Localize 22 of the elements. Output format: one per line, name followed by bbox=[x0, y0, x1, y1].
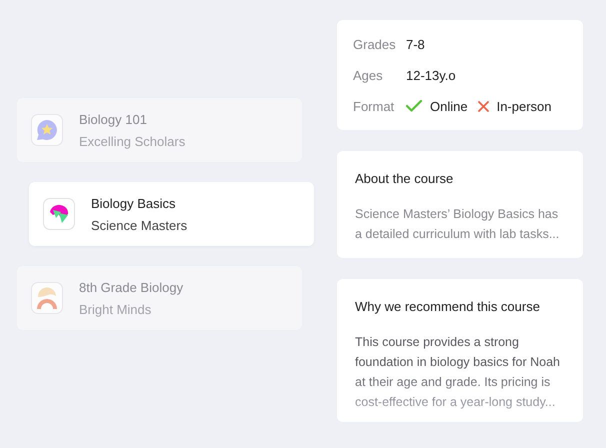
course-provider: Science Masters bbox=[91, 218, 188, 232]
course-card[interactable]: Biology 101 Excelling Scholars bbox=[17, 98, 302, 162]
course-provider: Excelling Scholars bbox=[79, 134, 186, 148]
course-provider: Bright Minds bbox=[79, 302, 152, 316]
detail-label: Ages bbox=[353, 68, 384, 83]
detail-value: 7-8 bbox=[406, 37, 425, 52]
format-option: In-person bbox=[496, 98, 552, 114]
course-title: Biology 101 bbox=[79, 112, 148, 126]
arches-icon bbox=[36, 286, 58, 310]
format-option: Online bbox=[430, 98, 468, 114]
pie-shapes-icon bbox=[48, 204, 70, 224]
section-heading: About the course bbox=[355, 171, 454, 186]
section-text: Science Masters’ Biology Basics has a detailed curriculum with lab tasks... bbox=[355, 206, 560, 243]
detail-label: Format bbox=[353, 98, 396, 114]
section-heading: Why we recommend this course bbox=[355, 299, 541, 314]
speech-bubble-star-icon bbox=[36, 119, 58, 141]
course-card[interactable]: 8th Grade Biology Bright Minds bbox=[17, 266, 302, 330]
detail-label: Grades bbox=[353, 37, 397, 52]
course-title: 8th Grade Biology bbox=[79, 280, 184, 294]
detail-value: 12-13y.o bbox=[406, 68, 456, 83]
course-card[interactable]: Biology Basics Science Masters bbox=[29, 182, 314, 246]
course-title: Biology Basics bbox=[91, 196, 177, 210]
